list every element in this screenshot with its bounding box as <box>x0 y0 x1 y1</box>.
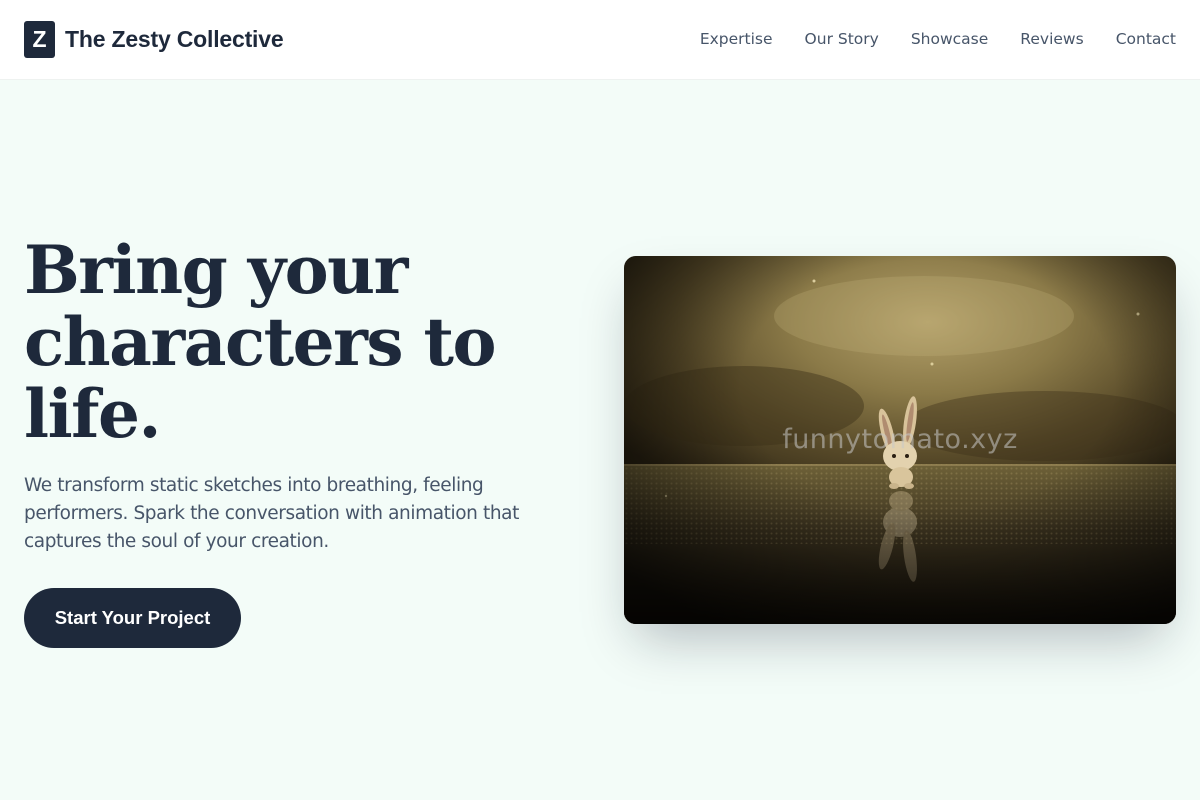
nav-link-expertise[interactable]: Expertise <box>700 30 773 48</box>
main-nav: Expertise Our Story Showcase Reviews Con… <box>700 28 1176 50</box>
hero-subtitle: We transform static sketches into breath… <box>24 475 519 552</box>
nav-link-reviews[interactable]: Reviews <box>1020 30 1083 48</box>
logo-link[interactable]: Z The Zesty Collective <box>24 21 284 58</box>
nav-link-our-story[interactable]: Our Story <box>805 30 879 48</box>
nav-link-contact[interactable]: Contact <box>1116 30 1176 48</box>
start-project-button[interactable]: Start Your Project <box>24 588 241 648</box>
site-header: Z The Zesty Collective Expertise Our Sto… <box>0 0 1200 80</box>
logo-mark: Z <box>24 21 55 58</box>
bunny-figurine-illustration <box>624 256 1176 624</box>
hero-title: Bring your characters to life. <box>24 231 497 453</box>
hero-image: funnytomato.xyz <box>624 256 1176 624</box>
nav-link-showcase[interactable]: Showcase <box>911 30 988 48</box>
brand-name: The Zesty Collective <box>65 26 284 52</box>
